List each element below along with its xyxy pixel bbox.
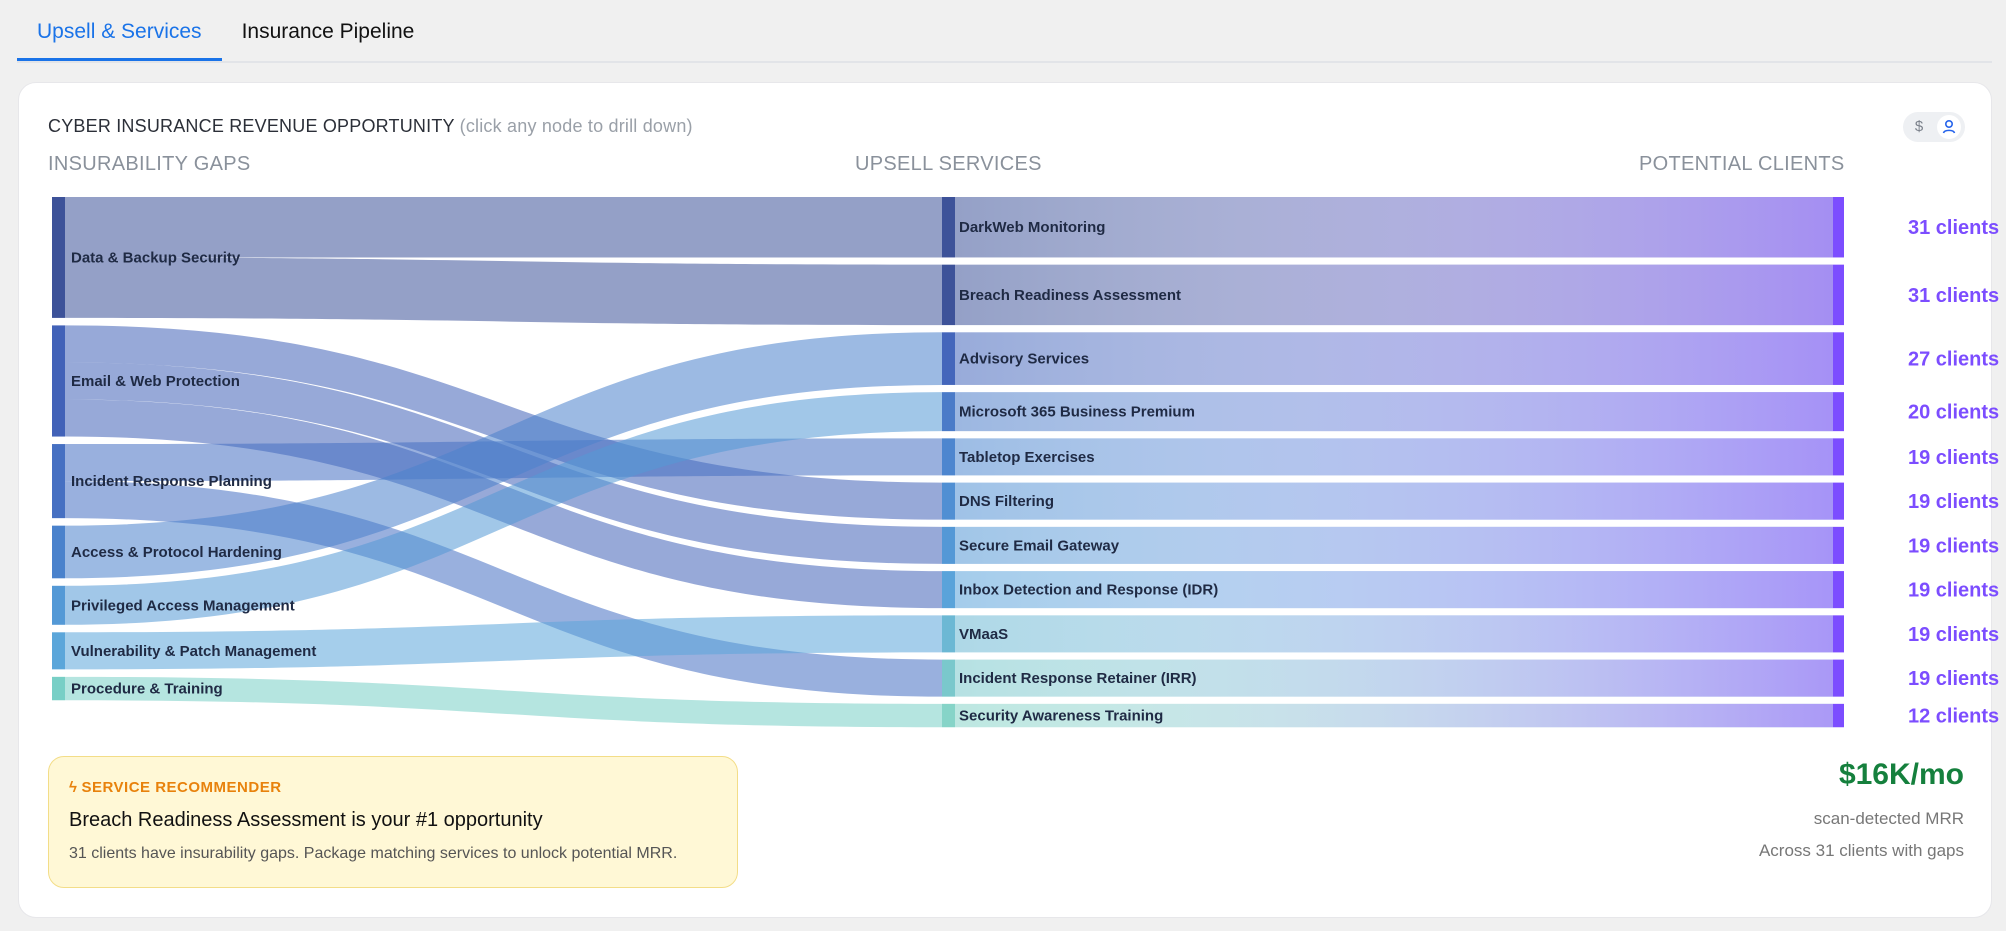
sankey-sink-node[interactable] xyxy=(1833,615,1844,653)
sankey-target-node[interactable] xyxy=(942,703,955,728)
mrr-value: $16K/mo xyxy=(1838,758,1964,791)
mrr-sub: Across 31 clients with gaps xyxy=(1758,841,1964,860)
source-node-label: Procedure & Training xyxy=(71,681,223,698)
client-count-label: 19 clients xyxy=(1908,535,1999,557)
client-count-label: 31 clients xyxy=(1908,217,1999,239)
sankey-sink-node[interactable] xyxy=(1833,703,1844,728)
target-node-label: DarkWeb Monitoring xyxy=(959,219,1105,236)
client-count-label: 19 clients xyxy=(1908,580,1999,602)
sankey-sink-node[interactable] xyxy=(1833,264,1844,326)
client-count-label: 20 clients xyxy=(1908,402,1999,424)
source-node-label: Access & Protocol Hardening xyxy=(71,544,282,561)
source-node-label: Data & Backup Security xyxy=(71,249,241,266)
sankey-target-node[interactable] xyxy=(942,392,955,432)
service-recommender-card[interactable]: ϟ SERVICE RECOMMENDER Breach Readiness As… xyxy=(48,756,738,888)
sankey-link[interactable] xyxy=(65,197,942,258)
client-count-label: 19 clients xyxy=(1908,491,1999,513)
target-node-label: DNS Filtering xyxy=(959,493,1054,510)
sankey-target-node[interactable] xyxy=(942,482,955,520)
target-node-label: Security Awareness Training xyxy=(959,708,1163,725)
recommender-tag: ϟ SERVICE RECOMMENDER xyxy=(69,779,282,796)
client-count-label: 12 clients xyxy=(1908,706,1999,728)
sankey-source-node[interactable] xyxy=(52,325,65,437)
bolt-icon: ϟ xyxy=(69,779,78,796)
target-node-label: Tabletop Exercises xyxy=(959,449,1095,466)
sankey-sink-node[interactable] xyxy=(1833,482,1844,520)
target-node-label: Inbox Detection and Response (IDR) xyxy=(959,582,1218,599)
source-node-label: Incident Response Planning xyxy=(71,473,272,490)
mrr-label: scan-detected MRR xyxy=(1813,809,1964,828)
recommender-title: Breach Readiness Assessment is your #1 o… xyxy=(69,809,543,831)
target-node-label: Breach Readiness Assessment xyxy=(959,287,1181,304)
sankey-sink-gradient xyxy=(955,615,1833,653)
sankey-source-node[interactable] xyxy=(52,444,65,519)
sankey-sink-node[interactable] xyxy=(1833,438,1844,476)
sankey-target-node[interactable] xyxy=(942,571,955,609)
recommender-tag-text: SERVICE RECOMMENDER xyxy=(81,779,282,796)
source-node-label: Vulnerability & Patch Management xyxy=(71,643,316,660)
recommender-description: 31 clients have insurability gaps. Packa… xyxy=(69,845,678,862)
sankey-target-node[interactable] xyxy=(942,264,955,326)
target-node-label: Advisory Services xyxy=(959,351,1089,368)
sankey-target-node[interactable] xyxy=(942,438,955,476)
sankey-source-node[interactable] xyxy=(52,525,65,579)
target-node-label: VMaaS xyxy=(959,626,1008,643)
source-node-label: Email & Web Protection xyxy=(71,373,240,390)
client-count-label: 27 clients xyxy=(1908,349,1999,371)
sankey-target-node[interactable] xyxy=(942,615,955,653)
client-count-label: 19 clients xyxy=(1908,668,1999,690)
sankey-target-node[interactable] xyxy=(942,659,955,697)
sankey-sink-node[interactable] xyxy=(1833,571,1844,609)
client-count-label: 31 clients xyxy=(1908,285,1999,307)
sankey-target-node[interactable] xyxy=(942,526,955,564)
sankey-sink-node[interactable] xyxy=(1833,197,1844,258)
sankey-source-node[interactable] xyxy=(52,676,65,701)
sankey-link[interactable] xyxy=(65,257,942,326)
sankey-target-node[interactable] xyxy=(942,332,955,385)
client-count-label: 19 clients xyxy=(1908,447,1999,469)
target-node-label: Secure Email Gateway xyxy=(959,537,1120,554)
sankey-sink-node[interactable] xyxy=(1833,659,1844,697)
target-node-label: Incident Response Retainer (IRR) xyxy=(959,670,1197,687)
sankey-sink-node[interactable] xyxy=(1833,526,1844,564)
target-node-label: Microsoft 365 Business Premium xyxy=(959,404,1195,421)
source-node-label: Privileged Access Management xyxy=(71,597,295,614)
sankey-target-node[interactable] xyxy=(942,197,955,258)
sankey-source-node[interactable] xyxy=(52,197,65,318)
sankey-sink-gradient xyxy=(955,482,1833,520)
sankey-sink-node[interactable] xyxy=(1833,392,1844,432)
client-count-label: 19 clients xyxy=(1908,624,1999,646)
sankey-sink-node[interactable] xyxy=(1833,332,1844,385)
sankey-source-node[interactable] xyxy=(52,632,65,670)
sankey-source-node[interactable] xyxy=(52,585,65,625)
